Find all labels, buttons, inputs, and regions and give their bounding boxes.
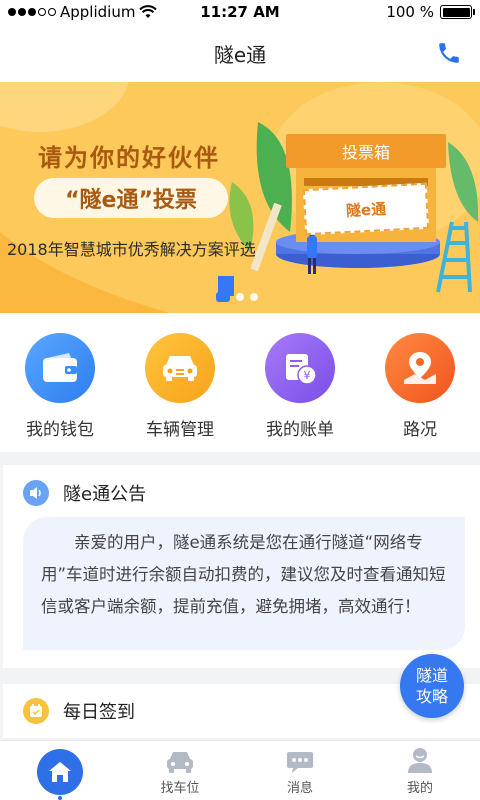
notice-card: 隧e通公告 亲爱的用户，隧e通系统是您在通行隧道“网络专用”车道时进行余额自动扣… <box>3 465 480 668</box>
fab-line2: 攻略 <box>415 687 448 706</box>
status-left: Applidium <box>8 3 178 21</box>
promo-banner[interactable]: 请为你的好伙伴 “隧e通”投票 2018年智慧城市优秀解决方案评选 投票箱 隧e… <box>0 82 480 313</box>
tunnel-guide-button[interactable]: 隧道 攻略 <box>400 654 464 718</box>
pager-dot[interactable] <box>250 293 258 301</box>
quick-item-label: 我的钱包 <box>26 420 94 440</box>
tab-home[interactable] <box>0 741 120 800</box>
active-indicator <box>58 796 62 800</box>
pager-dot-active[interactable] <box>216 292 230 302</box>
pager-dot[interactable] <box>236 293 244 301</box>
fab-line1: 隧道 <box>415 666 448 685</box>
quick-menu: 我的钱包 车辆管理 ¥ 我的账单 路况 <box>0 313 480 452</box>
chat-icon <box>287 752 313 773</box>
nav-bar: 隧e通 <box>0 24 480 82</box>
banner-title: 请为你的好伙伴 <box>38 144 220 172</box>
tab-mine[interactable]: 我的 <box>360 741 480 800</box>
tab-home-circle <box>37 749 83 795</box>
quick-item-traffic[interactable]: 路况 <box>365 333 475 452</box>
page-title: 隧e通 <box>213 42 267 67</box>
home-icon <box>49 762 71 782</box>
quick-item-bill[interactable]: ¥ 我的账单 <box>245 333 355 452</box>
notice-title: 隧e通公告 <box>63 484 147 505</box>
carrier-name: Applidium <box>60 3 136 21</box>
battery-percent: 100 % <box>386 3 434 21</box>
map-pin-icon <box>385 333 455 403</box>
tab-label: 消息 <box>286 781 313 796</box>
status-right: 100 % <box>302 3 475 21</box>
daily-title: 每日签到 <box>63 702 135 723</box>
status-bar: Applidium 11:27 AM 100 % <box>0 0 480 24</box>
calendar-icon <box>23 698 49 724</box>
bill-icon: ¥ <box>265 333 335 403</box>
banner-pager[interactable] <box>216 292 258 302</box>
wifi-icon <box>139 5 158 18</box>
status-time: 11:27 AM <box>200 3 280 21</box>
quick-item-label: 车辆管理 <box>146 420 214 440</box>
car-icon <box>145 333 215 403</box>
notice-header: 隧e通公告 <box>23 480 146 506</box>
ballot-card: 隧e通 <box>302 182 430 236</box>
tab-messages[interactable]: 消息 <box>240 741 360 800</box>
signal-strength-icon <box>8 8 56 16</box>
battery-icon <box>440 5 475 19</box>
svg-text:¥: ¥ <box>304 369 311 382</box>
tab-find-parking[interactable]: 找车位 <box>120 741 240 800</box>
tab-label: 我的 <box>406 781 433 796</box>
user-icon <box>408 748 432 773</box>
quick-item-vehicle[interactable]: 车辆管理 <box>125 333 235 452</box>
banner-subtitle: 2018年智慧城市优秀解决方案评选 <box>7 240 256 259</box>
tab-label: 找车位 <box>160 781 200 796</box>
phone-icon[interactable] <box>436 40 462 66</box>
speaker-icon <box>23 480 49 506</box>
ballot-box-label: 投票箱 <box>341 143 390 162</box>
banner-pill: “隧e通”投票 <box>34 178 228 218</box>
car-icon <box>167 752 193 773</box>
quick-item-label: 我的账单 <box>266 420 334 440</box>
quick-item-label: 路况 <box>403 420 437 440</box>
notice-body: 亲爱的用户，隧e通系统是您在通行隧道“网络专用”车道时进行余额自动扣费的，建议您… <box>23 517 465 650</box>
tab-bar: 找车位 消息 我的 <box>0 740 480 800</box>
quick-item-wallet[interactable]: 我的钱包 <box>5 333 115 452</box>
wallet-icon <box>25 333 95 403</box>
